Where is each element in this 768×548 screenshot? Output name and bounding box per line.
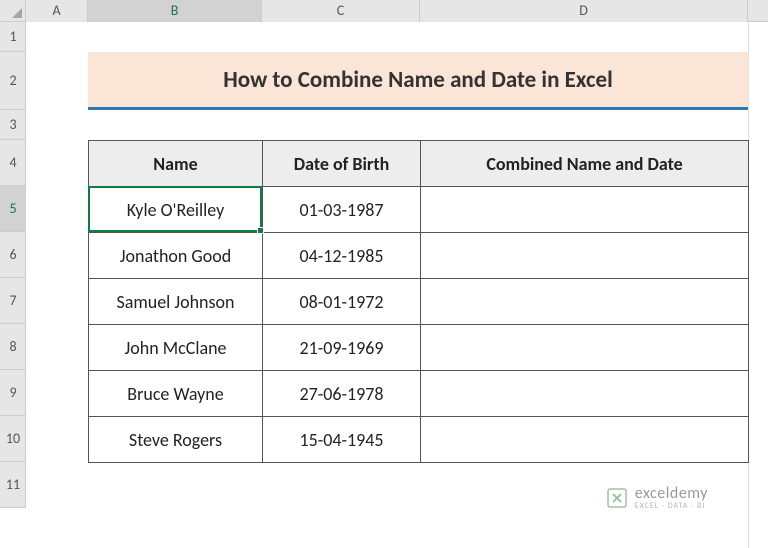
table-row: Steve Rogers 15-04-1945 <box>89 417 749 463</box>
cell-dob[interactable]: 27-06-1978 <box>263 371 421 417</box>
cell-combined[interactable] <box>421 233 749 279</box>
col-header-b[interactable]: B <box>88 0 262 22</box>
watermark-sub: EXCEL · DATA · BI <box>635 502 708 510</box>
cell-name[interactable]: Jonathon Good <box>89 233 263 279</box>
row-header-6[interactable]: 6 <box>0 232 26 278</box>
cell-name[interactable]: John McClane <box>89 325 263 371</box>
row-header-3[interactable]: 3 <box>0 110 26 140</box>
watermark: exceldemy EXCEL · DATA · BI <box>605 486 708 510</box>
col-header-d[interactable]: D <box>420 0 748 22</box>
table-row: Samuel Johnson 08-01-1972 <box>89 279 749 325</box>
table-header-row: Name Date of Birth Combined Name and Dat… <box>89 141 749 187</box>
table-row: Jonathon Good 04-12-1985 <box>89 233 749 279</box>
cell-name[interactable]: Bruce Wayne <box>89 371 263 417</box>
watermark-text: exceldemy EXCEL · DATA · BI <box>635 486 708 510</box>
header-dob[interactable]: Date of Birth <box>263 141 421 187</box>
row-header-9[interactable]: 9 <box>0 370 26 416</box>
cell-name[interactable]: Steve Rogers <box>89 417 263 463</box>
column-headers: A B C D <box>26 0 768 22</box>
cell-dob[interactable]: 04-12-1985 <box>263 233 421 279</box>
cell-name[interactable]: Kyle O'Reilley <box>89 187 263 233</box>
sheet-area[interactable]: How to Combine Name and Date in Excel Na… <box>26 22 768 548</box>
row-header-10[interactable]: 10 <box>0 416 26 462</box>
table-row: Kyle O'Reilley 01-03-1987 <box>89 187 749 233</box>
cell-dob[interactable]: 15-04-1945 <box>263 417 421 463</box>
data-table: Name Date of Birth Combined Name and Dat… <box>88 140 749 463</box>
row-header-8[interactable]: 8 <box>0 324 26 370</box>
cell-combined[interactable] <box>421 279 749 325</box>
watermark-main: exceldemy <box>635 486 708 502</box>
page-title: How to Combine Name and Date in Excel <box>88 52 748 110</box>
col-header-a[interactable]: A <box>26 0 88 22</box>
cell-combined[interactable] <box>421 187 749 233</box>
row-header-5[interactable]: 5 <box>0 186 26 232</box>
excel-icon <box>605 486 629 510</box>
cell-name[interactable]: Samuel Johnson <box>89 279 263 325</box>
cell-dob[interactable]: 08-01-1972 <box>263 279 421 325</box>
row-header-2[interactable]: 2 <box>0 52 26 110</box>
row-headers: 1 2 3 4 5 6 7 8 9 10 11 <box>0 22 26 508</box>
select-all-corner[interactable] <box>0 0 26 22</box>
table-row: John McClane 21-09-1969 <box>89 325 749 371</box>
row-header-7[interactable]: 7 <box>0 278 26 324</box>
row-header-11[interactable]: 11 <box>0 462 26 508</box>
row-header-1[interactable]: 1 <box>0 22 26 52</box>
cell-combined[interactable] <box>421 417 749 463</box>
table-row: Bruce Wayne 27-06-1978 <box>89 371 749 417</box>
col-header-c[interactable]: C <box>262 0 420 22</box>
header-combined[interactable]: Combined Name and Date <box>421 141 749 187</box>
row-header-4[interactable]: 4 <box>0 140 26 186</box>
header-name[interactable]: Name <box>89 141 263 187</box>
cell-dob[interactable]: 21-09-1969 <box>263 325 421 371</box>
cell-combined[interactable] <box>421 325 749 371</box>
cell-dob[interactable]: 01-03-1987 <box>263 187 421 233</box>
cell-combined[interactable] <box>421 371 749 417</box>
